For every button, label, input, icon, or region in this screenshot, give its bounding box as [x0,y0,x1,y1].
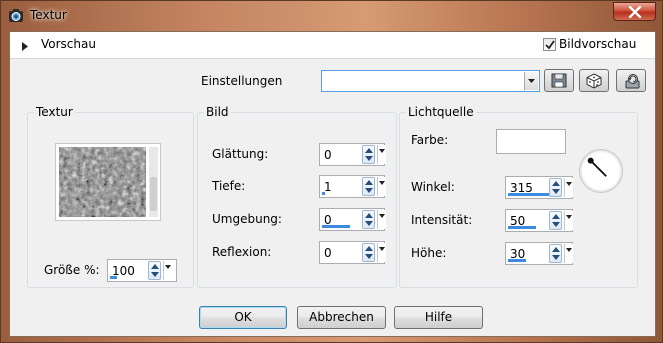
image-reflection-label: Reflexion: [212,245,272,259]
close-icon [628,6,642,18]
image-group: Bild Glättung: 0 Tiefe: 1 Umgebung: 0 Reflexio… [197,105,397,288]
reset-default-button[interactable] [616,69,646,92]
dice-randomize-icon [586,73,602,89]
help-button[interactable]: Hilfe [394,306,483,329]
spin-arrows-icon[interactable] [362,177,375,196]
texture-size-spinbox[interactable]: 100 [107,259,177,282]
light-intensity-spinbox[interactable]: 50 [505,209,573,232]
light-source-group-title: Lichtquelle [406,105,476,119]
save-preset-button[interactable] [544,69,574,92]
chevron-down-icon[interactable] [564,244,573,263]
chevron-down-icon[interactable] [564,178,573,197]
image-reflection-spinbox[interactable]: 0 [319,241,386,264]
spin-arrows-icon[interactable] [549,178,562,197]
chevron-down-icon[interactable] [524,72,538,90]
randomize-button[interactable] [579,69,609,92]
spin-arrows-icon[interactable] [362,145,375,164]
light-height-spinbox[interactable]: 30 [505,242,573,265]
preview-bar: Vorschau Bildvorschau [10,32,655,59]
spin-arrows-icon[interactable] [362,210,375,229]
image-smoothing-label: Glättung: [212,147,269,161]
light-color-swatch[interactable] [496,129,566,154]
image-depth-label: Tiefe: [212,179,246,193]
light-angle-spinbox[interactable]: 315 [505,176,573,199]
texture-size-label: Größe %: [44,263,100,277]
image-depth-value: 1 [324,180,332,194]
close-button[interactable] [613,2,656,21]
ok-button[interactable]: OK [199,306,287,329]
dialog-window: Textur Vorschau Bildvorschau Einstellung… [0,0,663,343]
scrollbar-thumb[interactable] [150,177,157,211]
spin-arrows-icon[interactable] [549,244,562,263]
chevron-down-icon[interactable] [163,261,172,280]
angle-dial[interactable] [579,149,623,193]
preview-toggle-label[interactable]: Vorschau [41,37,96,51]
thumbnail-scrollbar[interactable] [149,147,158,217]
light-height-label: Höhe: [411,246,447,260]
chevron-down-icon[interactable] [377,145,386,164]
image-depth-level-bar [322,192,325,195]
image-group-title: Bild [204,105,231,119]
image-preview-checkbox[interactable] [543,38,556,51]
psp-camera-icon [8,8,24,24]
preset-combobox[interactable] [321,70,540,92]
texture-group-title: Textur [34,105,75,119]
reset-default-icon [625,74,640,89]
light-angle-label: Winkel: [411,180,455,194]
settings-label: Einstellungen [201,74,283,88]
texture-group: Textur Größe %: 100 [27,105,194,288]
chevron-down-icon[interactable] [377,177,386,196]
spin-arrows-icon[interactable] [148,261,161,280]
spin-arrows-icon[interactable] [362,243,375,262]
light-height-level-bar [508,259,526,262]
image-smoothing-spinbox[interactable]: 0 [319,143,386,166]
texture-size-level-bar [110,276,117,279]
chevron-down-icon[interactable] [377,210,386,229]
spin-arrows-icon[interactable] [549,211,562,230]
image-depth-spinbox[interactable]: 1 [319,175,386,198]
texture-thumbnail[interactable] [55,143,161,221]
image-ambience-label: Umgebung: [212,212,282,226]
save-preset-icon [551,73,567,88]
image-ambience-level-bar [322,225,350,228]
triangle-right-icon[interactable] [22,40,28,54]
light-intensity-label: Intensität: [411,213,473,227]
chevron-down-icon[interactable] [377,243,386,262]
title-bar[interactable]: Textur [1,1,662,30]
image-reflection-value: 0 [324,246,332,260]
light-source-group: Lichtquelle Farbe: Winkel: 315 Intensität:… [399,105,638,288]
light-intensity-level-bar [508,226,536,229]
angle-needle-icon [587,157,607,177]
color-label: Farbe: [411,133,449,147]
window-title: Textur [30,8,67,22]
cancel-button[interactable]: Abbrechen [297,306,386,329]
image-preview-label[interactable]: Bildvorschau [559,37,636,51]
image-ambience-spinbox[interactable]: 0 [319,208,386,231]
chevron-down-icon[interactable] [564,211,573,230]
dialog-client: Vorschau Bildvorschau Einstellungen Text… [9,31,656,337]
texture-preview-image [59,147,146,217]
image-smoothing-value: 0 [324,148,332,162]
